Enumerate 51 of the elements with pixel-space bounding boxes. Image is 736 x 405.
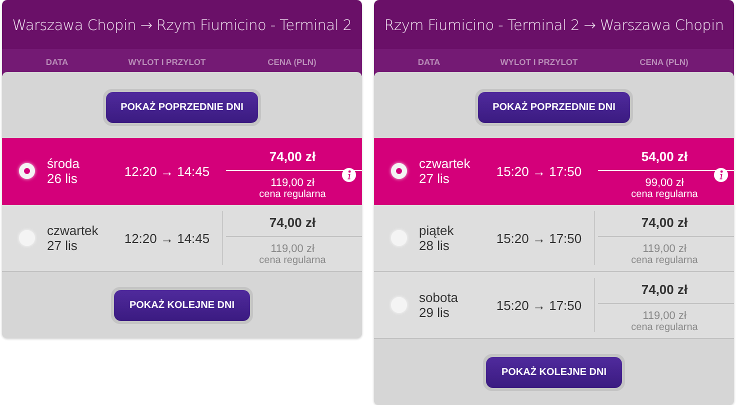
date-label: 29 lis (419, 305, 450, 320)
column-header: DATA (416, 57, 442, 67)
flight-row[interactable]: czwartek 27 lis 12:20 → 14:45 74,00 zł 119,00 zł cena regularna (2, 205, 362, 272)
previous-days-button[interactable]: POKAŻ POPRZEDNIE DNI (478, 92, 630, 123)
day-label: środa (47, 156, 80, 171)
column-header: CENA (PLN) (638, 57, 690, 67)
next-days-button[interactable]: POKAŻ KOLEJNE DNI (114, 290, 250, 321)
next-days-button[interactable]: POKAŻ KOLEJNE DNI (486, 357, 622, 388)
column-header: DATA (44, 57, 70, 67)
regular-price-label: cena regularna (259, 255, 326, 266)
regular-price: 119,00 zł (642, 309, 686, 322)
flight-times: 12:20 → 14:45 (123, 164, 211, 178)
flight-times: 15:20 → 17:50 (495, 298, 583, 312)
previous-days-button[interactable]: POKAŻ POPRZEDNIE DNI (106, 92, 258, 123)
date-label: 27 lis (47, 238, 78, 253)
flight-row[interactable]: sobota 29 lis 15:20 → 17:50 74,00 zł 119,00 zł cena regularna (374, 272, 734, 339)
info-icon[interactable] (342, 168, 356, 182)
date-label: 27 lis (419, 171, 450, 186)
flight-times: 15:20 → 17:50 (495, 230, 583, 246)
day-label: piątek (419, 223, 454, 238)
info-icon[interactable] (714, 168, 728, 182)
regular-price: 99,00 zł (645, 176, 684, 189)
route-title: Warszawa Chopin → Rzym Fiumicino - Terminal 2 (11, 17, 353, 36)
date-label: 26 lis (47, 171, 78, 186)
regular-price: 119,00 zł (270, 242, 314, 255)
regular-price-label: cena regularna (631, 255, 698, 266)
price: 54,00 zł (641, 148, 688, 166)
day-label: czwartek (47, 223, 98, 238)
price: 74,00 zł (269, 214, 316, 232)
regular-price-label: cena regularna (631, 322, 698, 333)
radio-button[interactable] (391, 163, 407, 179)
price: 74,00 zł (641, 214, 688, 232)
column-header: WYLOT I PRZYLOT (499, 57, 579, 67)
date-label: 28 lis (419, 238, 450, 253)
day-label: sobota (419, 290, 458, 305)
column-header: WYLOT I PRZYLOT (127, 57, 207, 67)
column-header: CENA (PLN) (266, 57, 318, 67)
route-title: Rzym Fiumicino - Terminal 2 → Warszawa Chopin (383, 17, 725, 36)
day-label: czwartek (419, 156, 470, 171)
flight-times: 15:20 → 17:50 (495, 164, 583, 178)
price: 74,00 zł (641, 281, 688, 299)
radio-button[interactable] (19, 163, 35, 179)
regular-price: 119,00 zł (270, 176, 314, 189)
regular-price: 119,00 zł (642, 242, 686, 255)
flight-row[interactable]: środa 26 lis 12:20 → 14:45 74,00 zł 119,00 zł cena regularna (2, 138, 362, 205)
regular-price-label: cena regularna (631, 189, 698, 200)
flight-row[interactable]: piątek 28 lis 15:20 → 17:50 74,00 zł 119,00 zł cena regularna (374, 205, 734, 272)
flight-times: 12:20 → 14:45 (123, 230, 211, 246)
regular-price-label: cena regularna (259, 189, 326, 200)
flight-row[interactable]: czwartek 27 lis 15:20 → 17:50 54,00 zł 99,00 zł cena regularna (374, 138, 734, 205)
price: 74,00 zł (269, 148, 316, 166)
